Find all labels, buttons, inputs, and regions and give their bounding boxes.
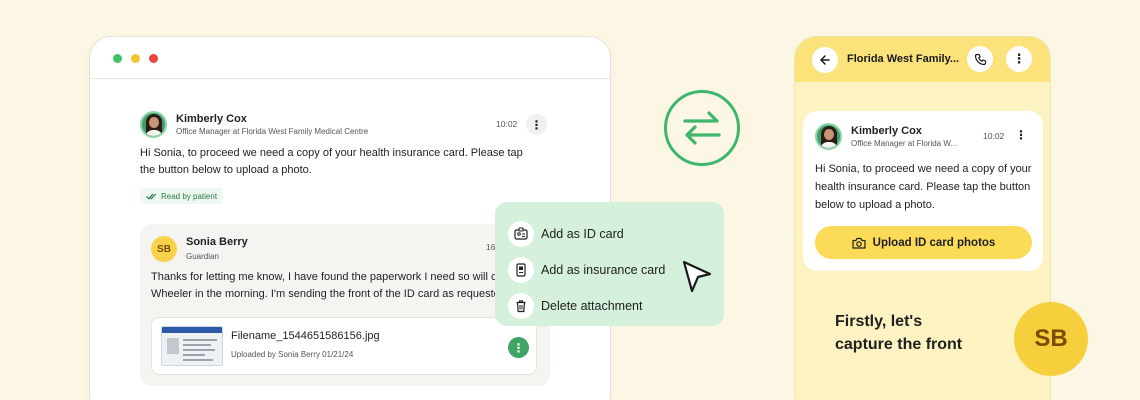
upload-button-label: Upload ID card photos (872, 236, 996, 249)
window-close-dot[interactable] (149, 54, 158, 63)
window-maximize-dot[interactable] (113, 54, 122, 63)
menu-item-label: Add as ID card (541, 227, 624, 241)
message-more-button[interactable]: ⋮ (526, 114, 547, 135)
mouse-cursor-icon (682, 260, 712, 293)
message-text: Hi Sonia, to proceed we need a copy of y… (140, 147, 523, 176)
menu-item-label: Add as insurance card (541, 263, 666, 277)
insurance-card-icon (508, 257, 534, 283)
phone-message-text: Hi Sonia, to proceed we need a copy of y… (815, 163, 1032, 211)
message-header: Kimberly Cox Office Manager at Florida W… (140, 111, 368, 138)
sender-role: Office Manager at Florida West Family Me… (176, 127, 369, 136)
window-minimize-dot[interactable] (131, 54, 140, 63)
attachment-more-button[interactable]: ⋮ (508, 337, 529, 358)
kimberly-avatar (140, 111, 167, 138)
double-check-icon (146, 193, 157, 200)
camera-icon (852, 237, 866, 249)
reply-sender-name: Sonia Berry (186, 236, 248, 248)
menu-item-label: Delete attachment (541, 299, 643, 313)
phone-more-icon[interactable]: ⋮ (1006, 46, 1032, 72)
phone-sender-name: Kimberly Cox (851, 125, 922, 137)
caption-text: Firstly, let's capture the front (835, 310, 995, 356)
sonia-avatar: SB (151, 236, 177, 262)
menu-item-add-id-card[interactable]: Add as ID card (495, 216, 724, 252)
phone-message-header: Kimberly Cox Office Manager at Florida W… (815, 123, 957, 150)
phone-message-more-icon[interactable]: ⋮ (1015, 128, 1027, 142)
attachment-card[interactable]: Filename_1544651586156.jpg Uploaded by S… (151, 317, 537, 375)
read-status-badge: Read by patient (140, 188, 224, 204)
kimberly-avatar (815, 123, 842, 150)
id-card-icon (508, 221, 534, 247)
message-time: 10:02 (496, 119, 518, 129)
phone-mockup: Florida West Family... ⋮ Kimberly Cox Of… (794, 36, 1051, 400)
id-card-thumbnail (161, 326, 223, 366)
phone-header: Florida West Family... ⋮ (795, 37, 1050, 82)
swap-arrows-icon (664, 90, 740, 166)
read-status-text: Read by patient (161, 191, 218, 201)
sender-name: Kimberly Cox (176, 113, 247, 125)
caption-line-1: Firstly, let's (835, 313, 923, 330)
window-titlebar (90, 37, 610, 79)
attachment-filename: Filename_1544651586156.jpg (231, 330, 380, 342)
phone-sender-role: Office Manager at Florida W... (851, 139, 958, 148)
reply-message: SB Sonia Berry Guardian 16: Thanks for l… (140, 224, 550, 386)
phone-header-title: Florida West Family... (847, 53, 960, 65)
sonia-avatar-large: SB (1014, 302, 1088, 376)
reply-sender-role: Guardian (186, 252, 219, 261)
trash-icon (508, 293, 534, 319)
upload-id-card-button[interactable]: Upload ID card photos (815, 226, 1032, 259)
phone-call-icon[interactable] (967, 46, 993, 72)
attachment-meta: Uploaded by Sonia Berry 01/21/24 (231, 350, 354, 359)
phone-message-time: 10:02 (983, 131, 1005, 141)
caption-line-2: capture the front (835, 336, 963, 353)
phone-message-card: Kimberly Cox Office Manager at Florida W… (803, 111, 1043, 271)
back-arrow-icon[interactable] (812, 47, 838, 73)
